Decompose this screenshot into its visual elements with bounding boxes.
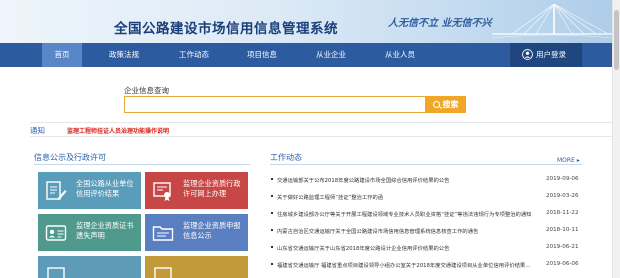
news-title[interactable]: 内蒙古自治区交通运输厅关于全国公路建设市场信用信息管理系统信息核查工作的通告 (277, 227, 532, 235)
news-item[interactable]: 内蒙古自治区交通运输厅关于全国公路建设市场信用信息管理系统信息核查工作的通告 2… (270, 223, 602, 240)
left-section-title: 信息公示及行政许可 (34, 153, 106, 162)
nav-companies[interactable]: 从业企业 (305, 43, 357, 67)
folder-icon (152, 226, 174, 241)
main-nav: 首页 政策法规 工作动态 项目信息 从业企业 从业人员 用户登录 (0, 43, 612, 67)
nav-projects[interactable]: 项目信息 (236, 43, 288, 67)
right-section-rule (270, 164, 582, 165)
nav-news[interactable]: 工作动态 (168, 43, 220, 67)
bullet-icon (271, 195, 273, 197)
id-card-icon (45, 225, 67, 241)
bridge-illustration (492, 3, 612, 39)
user-icon (522, 49, 533, 60)
bullet-icon (271, 229, 273, 231)
bullet-icon (271, 246, 273, 248)
tile-lost-certificate[interactable]: 监理企业资质证书遗失声明 (38, 214, 141, 251)
tile-application-publicity[interactable]: 监理企业资质申报信息公示 (145, 214, 248, 251)
tile-label: 监理企业资质证书遗失声明 (76, 221, 134, 240)
news-title[interactable]: 山东省交通运输厅关于山东省2018年度公路设计企业信用评价结果的公告 (277, 244, 532, 252)
news-item[interactable]: 福建省交通运输厅 福建省重点项目建设领导小组办公室关于2018年度交通建设项目从… (270, 257, 602, 274)
notice-tag: 通知 (30, 126, 45, 135)
tile-icon (154, 267, 172, 278)
bullet-icon (271, 178, 273, 180)
login-button[interactable]: 用户登录 (510, 43, 582, 67)
right-section-title: 工作动态 (270, 153, 302, 162)
page-scrollbar[interactable] (612, 0, 620, 278)
tile-label: 监理企业资质行政许可网上办理 (183, 179, 241, 198)
search-button[interactable]: 搜索 (425, 96, 466, 113)
certificate-icon (153, 182, 171, 201)
search-label: 企业信息查询 (124, 86, 169, 95)
header-slogan: 人无信不立 业无信不兴 (388, 18, 492, 29)
news-date: 2018-10-11 (546, 227, 579, 233)
news-date: 2018-11-22 (546, 210, 579, 216)
tile-label: 监理企业资质申报信息公示 (183, 221, 241, 240)
tile-icon (47, 267, 65, 278)
bullet-icon (271, 212, 273, 214)
header-banner: 全国公路建设市场信用信息管理系统 人无信不立 业无信不兴 (0, 0, 612, 43)
search-button-label: 搜索 (442, 100, 459, 109)
news-title[interactable]: 福建省交通运输厅 福建省重点项目建设领导小组办公室关于2018年度交通建设项目从… (277, 261, 532, 269)
more-link[interactable]: MORE ▸ (557, 157, 580, 164)
tile-label: 全国公路从业单位信用评价结果 (76, 179, 134, 198)
tile-more-1[interactable] (38, 256, 141, 278)
news-date: 2019-09-06 (546, 176, 579, 182)
news-item[interactable]: 关于做好公路监理工程师“挂证”整治工作的函 2019-03-26 (270, 189, 602, 206)
news-date: 2019-03-26 (546, 193, 579, 199)
nav-personnel[interactable]: 从业人员 (374, 43, 426, 67)
bullet-icon (271, 263, 273, 265)
news-date: 2019-06-21 (546, 244, 579, 250)
login-label: 用户登录 (536, 50, 566, 59)
tile-credit-evaluation[interactable]: 全国公路从业单位信用评价结果 (38, 172, 141, 209)
left-section-rule (34, 164, 250, 165)
tile-more-2[interactable] (145, 256, 248, 278)
search-input[interactable] (124, 96, 426, 113)
search-icon (432, 101, 440, 108)
scrollbar-thumb[interactable] (614, 10, 619, 70)
news-item[interactable]: 住房城乡建设部办公厅等关于开展工程建设领域专业技术人员职业资格“挂证”等违法违规… (270, 206, 602, 223)
news-item[interactable]: 交通运输部关于公布2018年度公路建设市场全国综合信用评价结果的公告 2019-… (270, 172, 602, 189)
nav-policy[interactable]: 政策法规 (98, 43, 150, 67)
notice-link[interactable]: 监理工程师挂证人员治理功能操作说明 (67, 126, 169, 135)
news-date: 2019-06-06 (546, 261, 579, 267)
document-pen-icon (46, 181, 67, 200)
news-title[interactable]: 住房城乡建设部办公厅等关于开展工程建设领域专业技术人员职业资格“挂证”等违法违规… (277, 210, 532, 218)
tile-license-online[interactable]: 监理企业资质行政许可网上办理 (145, 172, 248, 209)
nav-home[interactable]: 首页 (42, 43, 82, 67)
news-item[interactable]: 山东省交通运输厅关于山东省2018年度公路设计企业信用评价结果的公告 2019-… (270, 240, 602, 257)
site-title: 全国公路建设市场信用信息管理系统 (114, 21, 338, 37)
news-title[interactable]: 交通运输部关于公布2018年度公路建设市场全国综合信用评价结果的公告 (277, 176, 532, 184)
news-title[interactable]: 关于做好公路监理工程师“挂证”整治工作的函 (277, 193, 532, 201)
